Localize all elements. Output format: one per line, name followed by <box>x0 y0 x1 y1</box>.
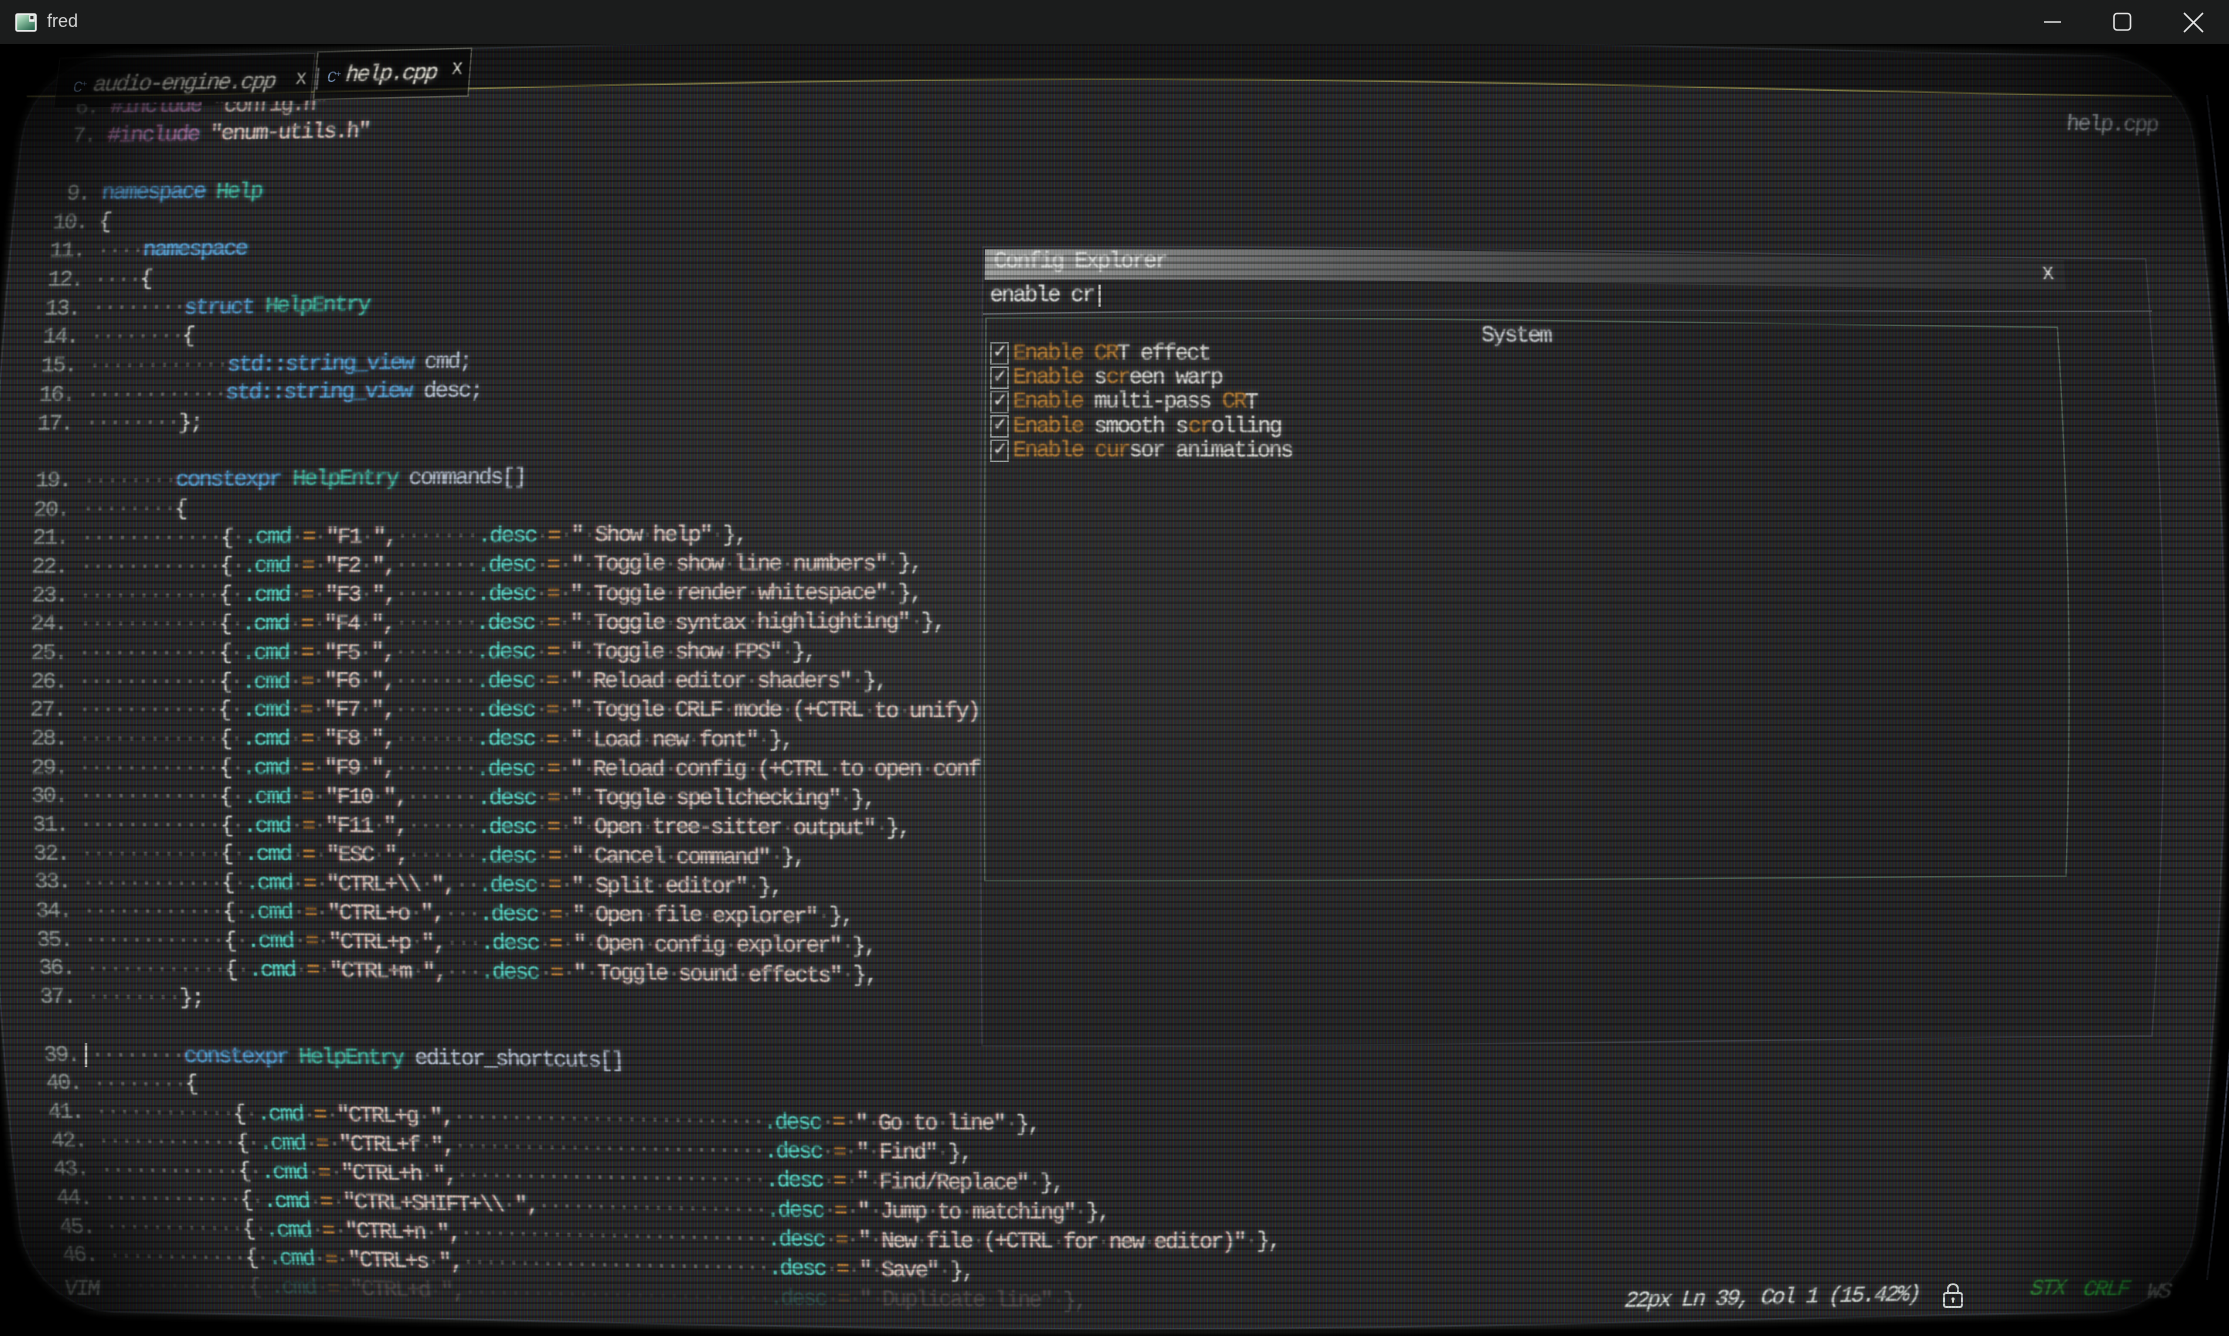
svg-text:+: + <box>82 80 87 90</box>
svg-text:+: + <box>336 70 341 80</box>
